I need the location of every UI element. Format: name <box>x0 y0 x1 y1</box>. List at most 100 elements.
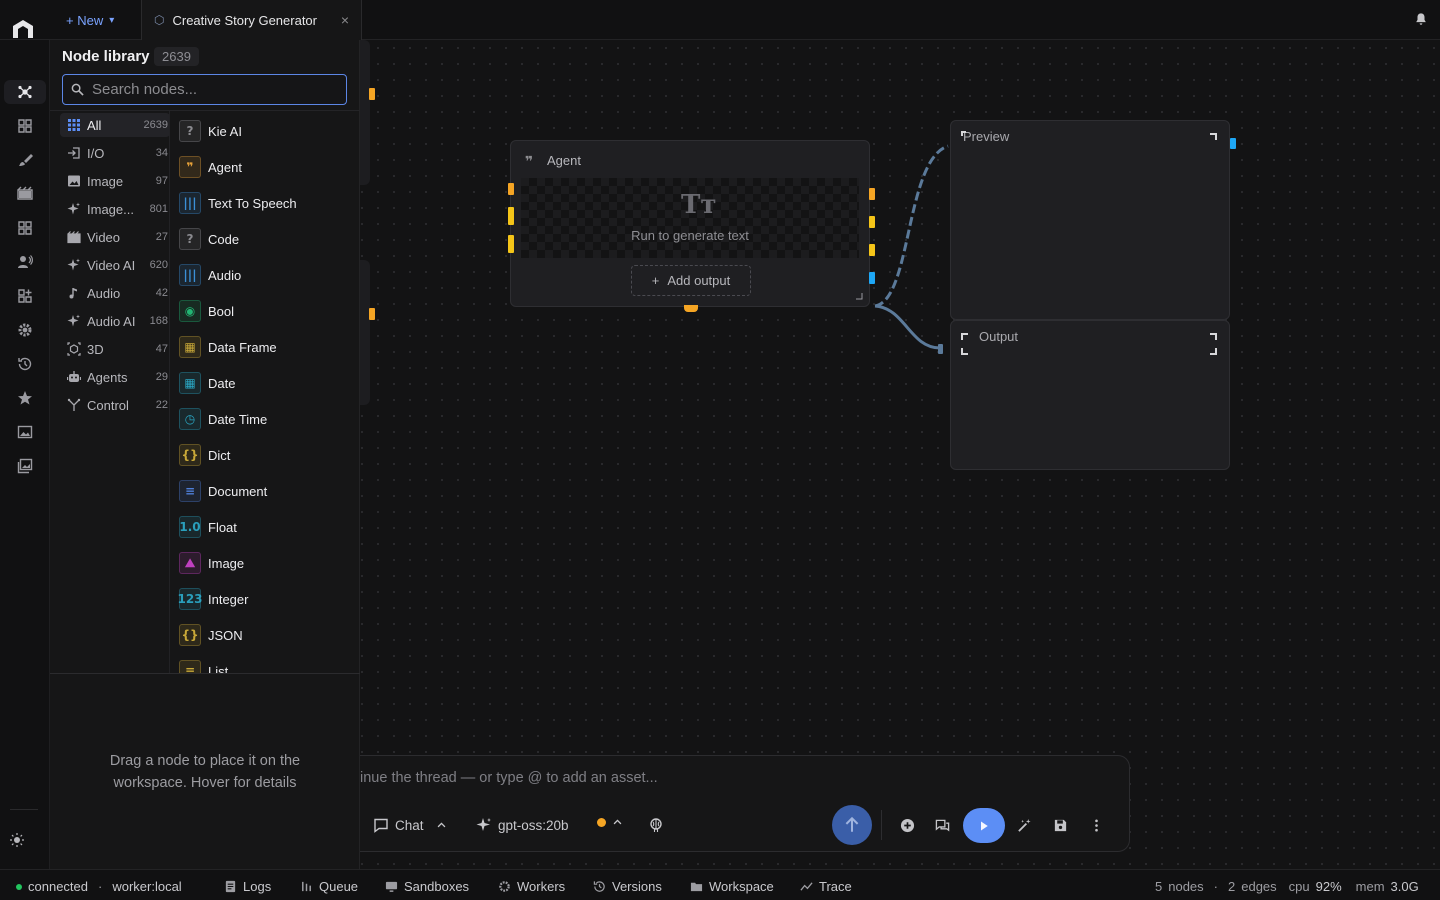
category-count: 42 <box>155 287 168 299</box>
rail-voice-button[interactable] <box>4 250 46 274</box>
model-selector[interactable]: gpt-oss:20b <box>476 817 569 833</box>
rail-workflows-button[interactable] <box>4 80 46 104</box>
save-button[interactable] <box>1051 816 1069 834</box>
node-item-date-time[interactable]: ◷ Date Time <box>179 404 357 434</box>
node-item-document[interactable]: ≡ Document <box>179 476 357 506</box>
new-button[interactable]: + New ▾ <box>56 5 124 35</box>
output-input-port[interactable] <box>938 344 943 354</box>
category-video[interactable]: Video 27 <box>60 225 170 249</box>
rail-favorites-button[interactable] <box>4 386 46 410</box>
category-audio-ai[interactable]: Audio AI 168 <box>60 309 170 333</box>
category-label: I/O <box>87 145 105 161</box>
send-button[interactable] <box>832 805 872 845</box>
category-i-o[interactable]: I/O 34 <box>60 141 170 165</box>
category-label: 3D <box>87 341 104 357</box>
cube-icon <box>66 342 81 357</box>
status-link-queue[interactable]: Queue <box>300 879 358 894</box>
node-item-data-frame[interactable]: ▦ Data Frame <box>179 332 357 362</box>
app-logo-icon[interactable] <box>10 18 36 40</box>
chat-panel-button[interactable] <box>933 816 951 834</box>
grid-icon <box>66 118 81 133</box>
node-item-date[interactable]: ▦ Date <box>179 368 357 398</box>
node-item-audio[interactable]: ||| Audio <box>179 260 357 290</box>
more-options-button[interactable] <box>1087 816 1105 834</box>
status-link-logs[interactable]: Logs <box>224 879 271 894</box>
category-3d[interactable]: 3D 47 <box>60 337 170 361</box>
status-link-workers[interactable]: Workers <box>498 879 565 894</box>
input-port[interactable] <box>508 183 514 195</box>
output-port[interactable] <box>869 216 875 228</box>
node-item-code[interactable]: ? Code <box>179 224 357 254</box>
status-bar: connected · worker:local Logs Queue Sandbo… <box>0 869 1440 900</box>
status-link-sandboxes[interactable]: Sandboxes <box>385 879 469 894</box>
category-audio[interactable]: Audio 42 <box>60 281 170 305</box>
run-workflow-button[interactable] <box>963 808 1005 843</box>
preview-input-port[interactable] <box>1230 138 1236 149</box>
tab-creative-story-generator[interactable]: ⬡ Creative Story Generator × <box>141 0 362 40</box>
rail-templates-button[interactable] <box>4 216 46 240</box>
output-port[interactable] <box>869 244 875 256</box>
node-item-agent[interactable]: ❞ Agent <box>179 152 357 182</box>
rail-dashboard-button[interactable] <box>4 114 46 138</box>
category-all[interactable]: All 2639 <box>60 113 170 137</box>
node-item-kie-ai[interactable]: ? Kie AI <box>179 116 357 146</box>
node-item-json[interactable]: {} JSON <box>179 620 357 650</box>
category-video-ai[interactable]: Video AI 620 <box>60 253 170 277</box>
search-box[interactable] <box>62 74 347 105</box>
rail-brush-button[interactable] <box>4 148 46 172</box>
node-item-dict[interactable]: {} Dict <box>179 440 357 470</box>
rail-history-button[interactable] <box>4 352 46 376</box>
node-item-list[interactable]: ≡ List <box>179 656 357 673</box>
node-item-image[interactable]: ⛰ Image <box>179 548 357 578</box>
category-agents[interactable]: Agents 29 <box>60 365 170 389</box>
category-label: Image... <box>87 201 134 217</box>
node-item-float[interactable]: 1.0 Float <box>179 512 357 542</box>
input-port[interactable] <box>508 235 514 253</box>
agent-node[interactable]: ❞ Agent Tт Run to generate text + Add ou… <box>508 140 875 312</box>
theme-toggle-icon[interactable] <box>9 832 25 848</box>
close-tab-icon[interactable]: × <box>341 12 349 28</box>
auto-layout-button[interactable] <box>1015 816 1033 834</box>
collapsed-node-edge <box>360 260 370 405</box>
film-icon <box>17 186 33 200</box>
preview-node[interactable]: Preview <box>950 120 1236 320</box>
notifications-bell-icon[interactable] <box>1414 12 1428 26</box>
rail-settings-button[interactable] <box>4 318 46 342</box>
category-label: Video AI <box>87 257 136 273</box>
node-list: ? Kie AI ❞ Agent ||| Text To Speech ? Code ||| Au… <box>171 111 359 673</box>
output-node[interactable]: Output <box>938 320 1230 470</box>
category-control[interactable]: Control 22 <box>60 393 170 417</box>
bottom-port[interactable] <box>684 305 698 312</box>
node-item-integer[interactable]: 123 Integer <box>177 584 357 614</box>
node-type-icon: ⛰ <box>179 552 201 574</box>
add-node-button[interactable] <box>898 816 916 834</box>
chat-input[interactable] <box>360 770 1100 786</box>
status-link-trace[interactable]: Trace <box>800 879 852 894</box>
output-port[interactable] <box>869 188 875 200</box>
divider <box>169 111 170 673</box>
status-dot-selector[interactable] <box>597 817 623 828</box>
input-port[interactable] <box>508 207 514 225</box>
tools-button[interactable] <box>648 817 664 833</box>
node-type-icon: 123 <box>177 588 203 610</box>
sparkle-icon <box>476 818 491 831</box>
workers-icon <box>498 880 511 893</box>
rail-assets-button[interactable] <box>4 454 46 478</box>
rail-apps-button[interactable] <box>4 284 46 308</box>
add-output-button[interactable]: + Add output <box>631 265 751 296</box>
corner-marker-icon <box>961 333 968 340</box>
chat-mode-selector[interactable]: Chat <box>373 817 447 833</box>
rail-gallery-button[interactable] <box>4 420 46 444</box>
output-port[interactable] <box>869 272 875 284</box>
status-link-workspace[interactable]: Workspace <box>690 879 774 894</box>
rail-video-button[interactable] <box>4 182 46 206</box>
search-input[interactable] <box>92 81 332 98</box>
category-count: 27 <box>155 231 168 243</box>
status-link-versions[interactable]: Versions <box>593 879 662 894</box>
category-image[interactable]: Image... 801 <box>60 197 170 221</box>
node-item-text-to-speech[interactable]: ||| Text To Speech <box>179 188 357 218</box>
resize-handle-icon[interactable] <box>855 292 863 300</box>
category-image[interactable]: Image 97 <box>60 169 170 193</box>
category-label: Video <box>87 229 121 245</box>
node-item-bool[interactable]: ◉ Bool <box>179 296 357 326</box>
